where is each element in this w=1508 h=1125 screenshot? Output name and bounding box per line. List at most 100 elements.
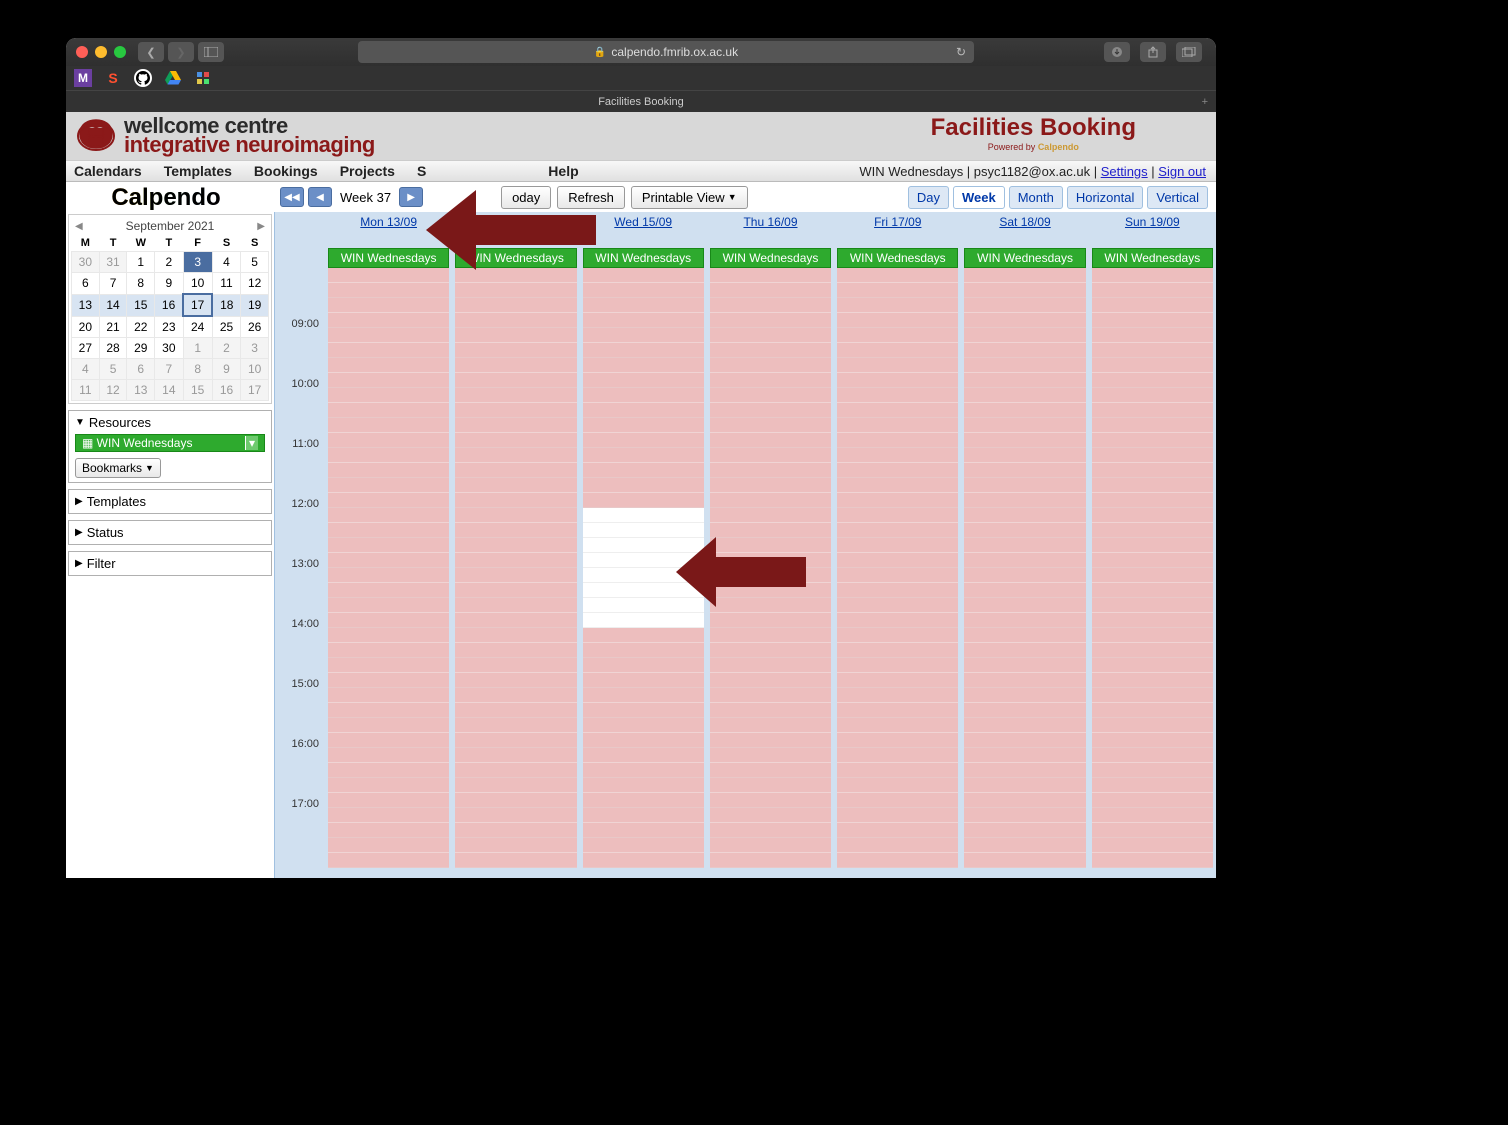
time-slot[interactable] (837, 418, 958, 433)
time-slot[interactable] (328, 793, 449, 808)
mini-cal-day[interactable]: 16 (155, 294, 183, 316)
time-slot[interactable] (328, 313, 449, 328)
time-slot[interactable] (1092, 448, 1213, 463)
time-slot[interactable] (710, 388, 831, 403)
mini-cal-day[interactable]: 25 (212, 316, 240, 338)
time-slot[interactable] (710, 433, 831, 448)
resources-header[interactable]: ▼Resources (75, 415, 265, 430)
time-slot[interactable] (1092, 418, 1213, 433)
mini-cal-day[interactable]: 20 (72, 316, 100, 338)
time-slot[interactable] (455, 838, 576, 853)
time-slot[interactable] (837, 793, 958, 808)
time-slot[interactable] (583, 298, 704, 313)
time-slot[interactable] (837, 703, 958, 718)
menu-projects[interactable]: Projects (340, 163, 395, 179)
time-slot[interactable] (837, 373, 958, 388)
time-slot[interactable] (1092, 493, 1213, 508)
time-slot[interactable] (710, 328, 831, 343)
time-slot[interactable] (710, 493, 831, 508)
time-slot[interactable] (964, 823, 1085, 838)
view-week[interactable]: Week (953, 186, 1005, 209)
filter-panel[interactable]: ▶Filter (68, 551, 272, 576)
time-slot[interactable] (328, 583, 449, 598)
next-button[interactable]: ▶ (399, 187, 423, 207)
time-slot[interactable] (455, 508, 576, 523)
time-slot[interactable] (583, 343, 704, 358)
time-slot[interactable] (837, 538, 958, 553)
back-button[interactable]: ❮ (138, 42, 164, 62)
time-slot[interactable] (583, 838, 704, 853)
time-slot[interactable] (1092, 388, 1213, 403)
mini-cal-day[interactable]: 13 (72, 294, 100, 316)
time-slot[interactable] (455, 463, 576, 478)
time-slot[interactable] (328, 538, 449, 553)
mini-cal-day[interactable]: 18 (212, 294, 240, 316)
time-slot[interactable] (328, 703, 449, 718)
time-slot[interactable] (328, 598, 449, 613)
time-slot[interactable] (1092, 328, 1213, 343)
time-slot[interactable] (1092, 523, 1213, 538)
mini-cal-day[interactable]: 15 (183, 380, 212, 401)
view-month[interactable]: Month (1009, 186, 1063, 209)
time-slot[interactable] (583, 703, 704, 718)
time-slot[interactable] (964, 583, 1085, 598)
time-slot[interactable] (837, 688, 958, 703)
time-slot[interactable] (583, 778, 704, 793)
time-slot[interactable] (837, 823, 958, 838)
time-slot[interactable] (328, 418, 449, 433)
time-slot[interactable] (710, 748, 831, 763)
time-slot[interactable] (964, 568, 1085, 583)
mini-cal-day[interactable]: 2 (155, 252, 183, 273)
time-slot[interactable] (1092, 343, 1213, 358)
time-slot[interactable] (328, 343, 449, 358)
time-slot[interactable] (837, 403, 958, 418)
new-tab-button[interactable]: + (1202, 96, 1208, 108)
day-column[interactable] (834, 268, 961, 878)
time-slot[interactable] (964, 538, 1085, 553)
time-slot[interactable] (583, 478, 704, 493)
time-slot[interactable] (583, 853, 704, 868)
fav-icon-2[interactable]: S (104, 69, 122, 87)
time-slot[interactable] (455, 673, 576, 688)
mini-cal-day[interactable]: 5 (241, 252, 269, 273)
time-slot[interactable] (328, 838, 449, 853)
time-slot[interactable] (455, 418, 576, 433)
time-slot[interactable] (328, 718, 449, 733)
mini-cal-day[interactable]: 27 (72, 338, 100, 359)
time-slot[interactable] (710, 823, 831, 838)
mini-cal-day[interactable]: 1 (127, 252, 155, 273)
time-slot[interactable] (837, 853, 958, 868)
time-slot[interactable] (1092, 403, 1213, 418)
tab-title[interactable]: Facilities Booking (598, 96, 684, 108)
time-slot[interactable] (837, 553, 958, 568)
time-slot[interactable] (455, 778, 576, 793)
time-slot[interactable] (455, 388, 576, 403)
time-slot[interactable] (964, 298, 1085, 313)
time-slot[interactable] (328, 688, 449, 703)
mini-cal-next[interactable]: ▶ (257, 221, 265, 232)
time-slot[interactable] (964, 463, 1085, 478)
time-slot[interactable] (1092, 298, 1213, 313)
time-slot[interactable] (710, 418, 831, 433)
time-slot[interactable] (837, 358, 958, 373)
time-slot[interactable] (1092, 823, 1213, 838)
time-slot[interactable] (328, 433, 449, 448)
time-slot[interactable] (583, 358, 704, 373)
time-slot[interactable] (710, 703, 831, 718)
mini-cal-day[interactable]: 2 (212, 338, 240, 359)
mini-cal-day[interactable]: 30 (155, 338, 183, 359)
time-slot[interactable] (837, 523, 958, 538)
time-slot[interactable] (455, 718, 576, 733)
view-vertical[interactable]: Vertical (1147, 186, 1208, 209)
time-slot[interactable] (1092, 613, 1213, 628)
mini-cal-day[interactable]: 15 (127, 294, 155, 316)
mini-cal-day[interactable]: 19 (241, 294, 269, 316)
close-window-button[interactable] (76, 46, 88, 58)
time-slot[interactable] (1092, 283, 1213, 298)
day-header[interactable]: Thu 16/09 (707, 212, 834, 234)
view-day[interactable]: Day (908, 186, 949, 209)
mini-cal-day[interactable]: 29 (127, 338, 155, 359)
time-slot[interactable] (328, 328, 449, 343)
settings-link[interactable]: Settings (1101, 164, 1148, 179)
time-slot[interactable] (1092, 733, 1213, 748)
